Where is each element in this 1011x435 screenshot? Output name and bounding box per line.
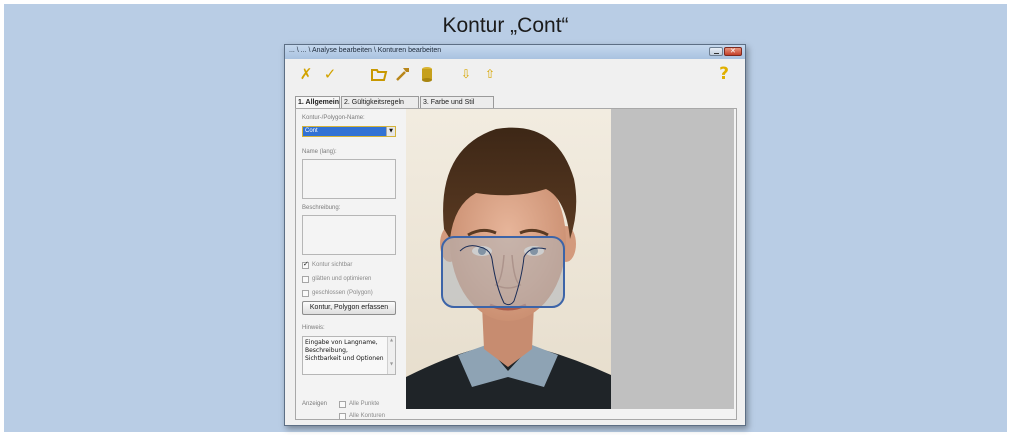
- window-title: ... \ ... \ Analyse bearbeiten \ Konture…: [289, 47, 442, 54]
- hint-text: Eingabe von Langname, Beschreibung, Sich…: [305, 339, 384, 362]
- chevron-down-icon[interactable]: ▼: [386, 127, 395, 136]
- move-up-icon[interactable]: ⇧: [481, 65, 499, 83]
- tab-panel: Kontur-/Polygon-Name: Cont ▼ Name (lang)…: [295, 108, 737, 420]
- all-points-checkbox[interactable]: [339, 401, 346, 408]
- minimize-button[interactable]: [709, 47, 723, 56]
- visible-checkbox-label: Kontur sichtbar: [312, 262, 353, 268]
- slide-title: Kontur „Cont“: [442, 14, 569, 37]
- smooth-checkbox-label: glätten und optimieren: [312, 276, 372, 282]
- image-canvas[interactable]: [406, 109, 734, 409]
- contour-name-combo[interactable]: Cont ▼: [302, 126, 396, 137]
- capture-contour-button[interactable]: Kontur, Polygon erfassen: [302, 301, 396, 315]
- cancel-icon[interactable]: ✗: [297, 65, 315, 83]
- closed-polygon-checkbox-label: geschlossen (Polygon): [312, 290, 373, 296]
- all-contours-label: Alle Konturen: [349, 413, 386, 419]
- show-label: Anzeigen: [302, 401, 328, 407]
- contour-name-label: Kontur-/Polygon-Name:: [302, 115, 365, 121]
- smooth-checkbox[interactable]: [302, 276, 309, 283]
- close-button[interactable]: [724, 47, 742, 56]
- editor-window: ... \ ... \ Analyse bearbeiten \ Konture…: [284, 44, 746, 426]
- closed-polygon-checkbox[interactable]: [302, 290, 309, 297]
- description-label: Beschreibung:: [302, 205, 341, 211]
- visible-checkbox[interactable]: [302, 260, 309, 269]
- hint-textbox: Eingabe von Langname, Beschreibung, Sich…: [302, 336, 396, 375]
- tab-color-style[interactable]: 3. Farbe und Stil: [420, 96, 494, 108]
- tool-hammer-icon[interactable]: [394, 65, 412, 83]
- long-name-label: Name (lang):: [302, 149, 337, 155]
- description-field[interactable]: [302, 215, 396, 255]
- help-icon[interactable]: ?: [715, 65, 733, 83]
- database-icon[interactable]: [418, 65, 436, 83]
- move-down-icon[interactable]: ⇩: [457, 65, 475, 83]
- hint-label: Hinweis:: [302, 325, 325, 331]
- open-folder-icon[interactable]: [370, 65, 388, 83]
- hint-scrollbar[interactable]: ▲ ▼: [387, 337, 395, 374]
- portrait-photo: [406, 109, 611, 409]
- contour-name-value: Cont: [303, 127, 387, 136]
- tab-validity-rules[interactable]: 2. Gültigkeitsregeln: [341, 96, 419, 108]
- title-bar[interactable]: ... \ ... \ Analyse bearbeiten \ Konture…: [285, 45, 745, 59]
- long-name-field[interactable]: [302, 159, 396, 199]
- all-points-label: Alle Punkte: [349, 401, 380, 407]
- all-contours-checkbox[interactable]: [339, 413, 346, 420]
- confirm-icon[interactable]: ✓: [321, 65, 339, 83]
